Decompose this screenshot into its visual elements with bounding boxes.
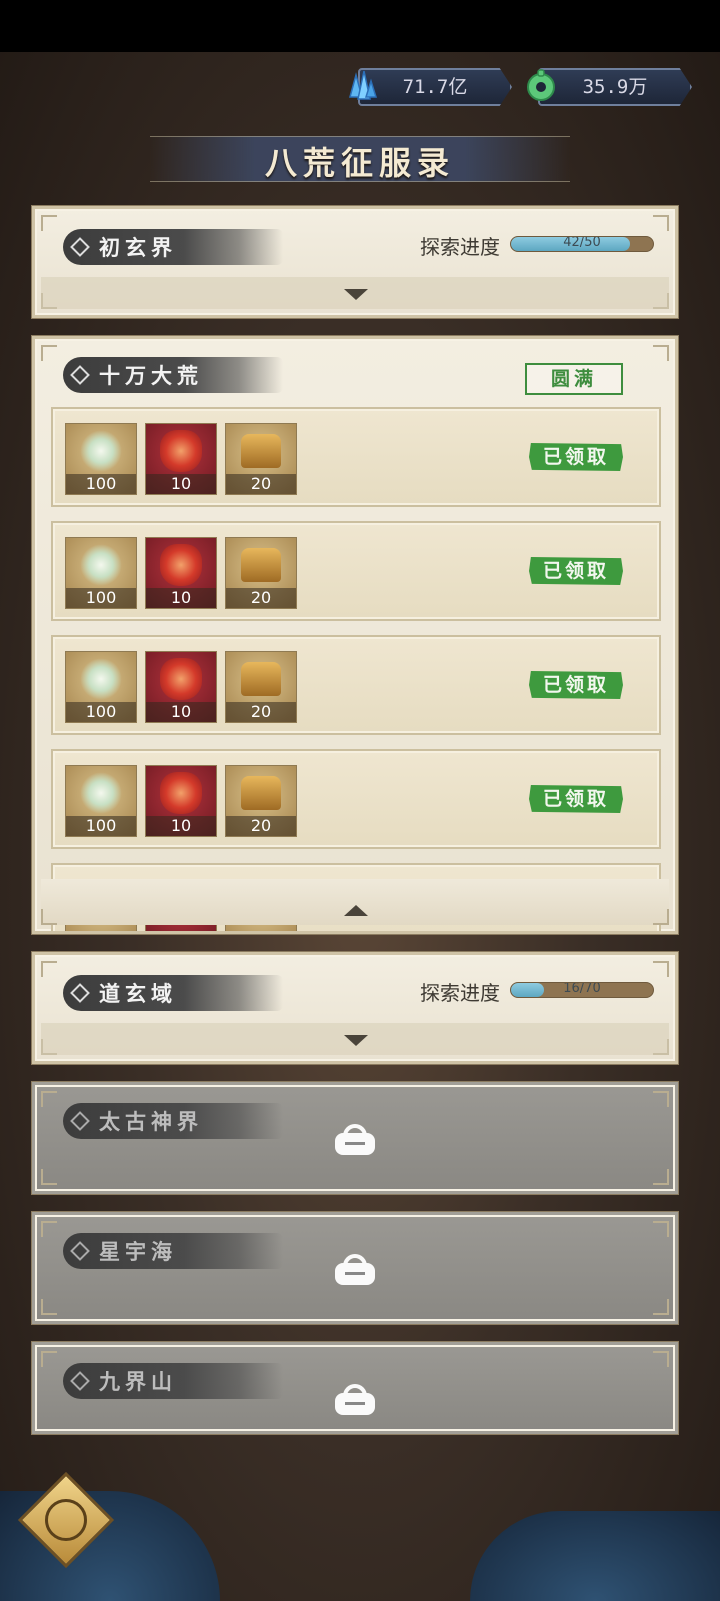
realm-name-tag: 十万大荒 bbox=[63, 357, 283, 393]
realm-name-tag: 九界山 bbox=[63, 1363, 283, 1399]
jade-amount: 35.9万 bbox=[538, 68, 692, 106]
reward-item-chest[interactable]: 20 bbox=[225, 423, 297, 495]
reward-item-chest[interactable]: 20 bbox=[225, 651, 297, 723]
reward-row: 100 10 20 已领取 bbox=[51, 749, 661, 849]
cloud-decoration bbox=[470, 1511, 720, 1601]
lock-icon bbox=[335, 1254, 375, 1285]
realm-name: 星宇海 bbox=[99, 1239, 177, 1264]
realm-panel-xingyuhai[interactable]: 星宇海 bbox=[32, 1212, 678, 1324]
red-bag-icon bbox=[160, 658, 202, 700]
expand-arrow-icon[interactable] bbox=[344, 289, 368, 300]
progress-label: 探索进度 bbox=[420, 235, 500, 259]
progress-bar: 16/70 bbox=[510, 982, 654, 998]
red-bag-icon bbox=[160, 772, 202, 814]
progress-label: 探索进度 bbox=[420, 981, 500, 1005]
gem-amount: 71.7亿 bbox=[358, 68, 512, 106]
diamond-icon bbox=[70, 1241, 90, 1261]
red-bag-icon bbox=[160, 544, 202, 586]
progress-bar: 42/50 bbox=[510, 236, 654, 252]
spirit-wisp-icon bbox=[80, 772, 122, 814]
expand-arrow-icon[interactable] bbox=[344, 1035, 368, 1046]
reward-row: 100 10 20 已领取 bbox=[51, 407, 661, 507]
realm-name: 初玄界 bbox=[99, 235, 177, 260]
diamond-icon bbox=[70, 983, 90, 1003]
reward-row: 100 10 20 已领取 bbox=[51, 635, 661, 735]
realm-panel-taigushenjie[interactable]: 太古神界 bbox=[32, 1082, 678, 1194]
realm-name: 道玄域 bbox=[99, 981, 177, 1006]
realm-panel-jiujieshan[interactable]: 九界山 bbox=[32, 1342, 678, 1434]
red-bag-icon bbox=[160, 430, 202, 472]
collapse-arrow-icon[interactable] bbox=[344, 905, 368, 916]
diamond-icon bbox=[70, 1371, 90, 1391]
claimed-button[interactable]: 已领取 bbox=[529, 671, 623, 699]
claimed-button[interactable]: 已领取 bbox=[529, 557, 623, 585]
treasure-chest-icon bbox=[241, 548, 281, 582]
realm-name: 九界山 bbox=[99, 1369, 177, 1394]
reward-item-spirit[interactable]: 100 bbox=[65, 651, 137, 723]
reward-item-bag[interactable]: 10 bbox=[145, 651, 217, 723]
lock-icon bbox=[335, 1124, 375, 1155]
diamond-icon bbox=[70, 237, 90, 257]
realm-panel-shiwandahuang: 十万大荒 圆满 100 10 20 已领取 100 10 20 已领取 100 … bbox=[32, 336, 678, 934]
realm-panel-chuxuanjie[interactable]: 初玄界 探索进度 42/50 bbox=[32, 206, 678, 318]
reward-item-bag[interactable]: 10 bbox=[145, 423, 217, 495]
reward-item-spirit[interactable]: 100 bbox=[65, 423, 137, 495]
status-bar bbox=[0, 0, 720, 52]
progress-text: 42/50 bbox=[563, 236, 601, 250]
spirit-wisp-icon bbox=[80, 658, 122, 700]
spirit-wisp-icon bbox=[80, 544, 122, 586]
treasure-chest-icon bbox=[241, 776, 281, 810]
realm-name: 十万大荒 bbox=[99, 363, 203, 388]
page-title: 八荒征服录 bbox=[264, 144, 455, 182]
treasure-chest-icon bbox=[241, 662, 281, 696]
realm-panel-daoxuanyu[interactable]: 道玄域 探索进度 16/70 bbox=[32, 952, 678, 1064]
progress-text: 16/70 bbox=[563, 982, 601, 996]
treasure-chest-icon bbox=[241, 434, 281, 468]
realm-name: 太古神界 bbox=[99, 1109, 203, 1134]
realm-name-tag: 太古神界 bbox=[63, 1103, 283, 1139]
realm-name-tag: 道玄域 bbox=[63, 975, 283, 1011]
spirit-wisp-icon bbox=[80, 430, 122, 472]
claimed-button[interactable]: 已领取 bbox=[529, 443, 623, 471]
reward-row: 100 10 20 已领取 bbox=[51, 521, 661, 621]
complete-badge: 圆满 bbox=[525, 363, 623, 395]
reward-item-bag[interactable]: 10 bbox=[145, 765, 217, 837]
realm-name-tag: 星宇海 bbox=[63, 1233, 283, 1269]
reward-item-chest[interactable]: 20 bbox=[225, 765, 297, 837]
realm-name-tag: 初玄界 bbox=[63, 229, 283, 265]
diamond-icon bbox=[70, 1111, 90, 1131]
blue-crystal-icon bbox=[349, 70, 378, 100]
reward-item-spirit[interactable]: 100 bbox=[65, 537, 137, 609]
diamond-icon bbox=[70, 365, 90, 385]
claimed-button[interactable]: 已领取 bbox=[529, 785, 623, 813]
jade-coin-icon bbox=[527, 69, 555, 101]
swirl-icon bbox=[45, 1499, 87, 1541]
lock-icon bbox=[335, 1384, 375, 1415]
reward-item-chest[interactable]: 20 bbox=[225, 537, 297, 609]
reward-item-bag[interactable]: 10 bbox=[145, 537, 217, 609]
reward-item-spirit[interactable]: 100 bbox=[65, 765, 137, 837]
